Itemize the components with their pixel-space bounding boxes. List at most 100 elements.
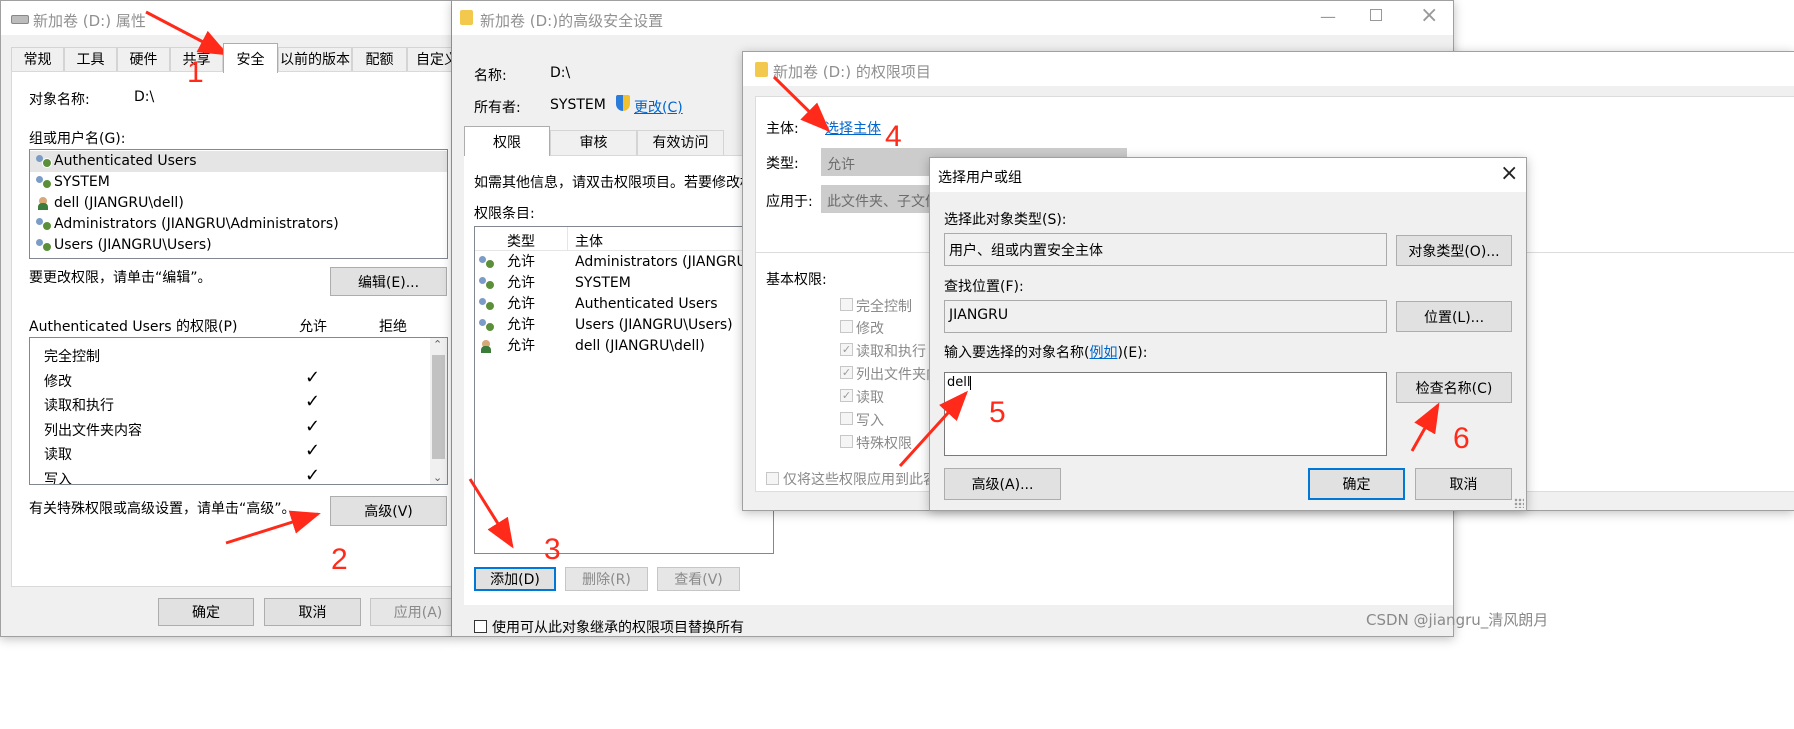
tab-tools[interactable]: 工具	[64, 47, 117, 73]
groups-label: 组或用户名(G):	[29, 131, 126, 147]
permission-entry-title: 新加卷 (D:) 的权限项目	[773, 63, 931, 81]
check-names-button[interactable]: 检查名称(C)	[1396, 372, 1512, 403]
advanced-button[interactable]: 高级(V)	[330, 496, 447, 526]
close-icon[interactable]: ×	[1500, 161, 1518, 186]
permission-name: 列出文件夹内容	[44, 423, 142, 439]
select-users-titlebar[interactable]: 选择用户或组 ×	[930, 158, 1526, 192]
list-item[interactable]: SYSTEM	[30, 172, 447, 193]
group-icon	[36, 154, 52, 168]
apply-button[interactable]: 应用(A)	[370, 598, 451, 626]
object-name-value: D:\	[134, 89, 155, 105]
advanced-button[interactable]: 高级(A)...	[944, 468, 1061, 500]
tab-hardware[interactable]: 硬件	[117, 47, 170, 73]
object-name-input[interactable]: dell	[944, 372, 1387, 456]
user-icon	[36, 196, 52, 210]
enter-name-prefix: 输入要选择的对象名称(	[944, 345, 1090, 361]
permission-entries-list[interactable]: 类型 主体 允许 Administrators (JIANGRU\Adminis…	[474, 226, 774, 554]
tab-general[interactable]: 常规	[11, 47, 64, 73]
text-cursor	[970, 375, 972, 390]
scroll-up-icon[interactable]: ⌃	[433, 338, 442, 351]
minimize-icon[interactable]: —	[1320, 7, 1336, 26]
permissions-listbox[interactable]: 完全控制 修改 ✓ 读取和执行 ✓ 列出文件夹内容 ✓ 读取 ✓ 写入 ✓ ⌃ …	[29, 337, 448, 485]
cancel-button[interactable]: 取消	[1415, 468, 1512, 500]
table-row[interactable]: 允许 Users (JIANGRU\Users)	[475, 315, 773, 336]
examples-link[interactable]: 例如	[1089, 345, 1117, 361]
owner-label: 所有者:	[474, 100, 521, 116]
table-row[interactable]: 允许 Authenticated Users	[475, 294, 773, 315]
permissions-scrollbar[interactable]: ⌃ ⌄	[430, 338, 447, 484]
object-types-button[interactable]: 对象类型(O)...	[1396, 235, 1512, 266]
perm-checkbox-label: 读取和执行	[856, 344, 926, 360]
select-principal-link[interactable]: 选择主体	[825, 118, 881, 138]
perm-checkbox[interactable]: ✓	[840, 343, 853, 356]
column-divider	[567, 227, 568, 251]
annotation-number: 3	[544, 533, 561, 566]
allow-check-icon: ✓	[305, 465, 321, 485]
perm-checkbox[interactable]	[840, 412, 853, 425]
ok-button[interactable]: 确定	[158, 598, 254, 626]
list-item[interactable]: Administrators (JIANGRU\Administrators)	[30, 214, 447, 235]
folder-icon	[460, 10, 473, 25]
tab-previous-versions[interactable]: 以前的版本	[278, 47, 352, 73]
scroll-thumb[interactable]	[432, 355, 445, 459]
scroll-down-icon[interactable]: ⌄	[433, 471, 442, 484]
list-item[interactable]: Users (JIANGRU\Users)	[30, 235, 447, 256]
permission-entry-titlebar[interactable]: 新加卷 (D:) 的权限项目	[743, 52, 1794, 86]
ok-button[interactable]: 确定	[1308, 468, 1405, 500]
groups-listbox[interactable]: Authenticated Users SYSTEM dell (JIANGRU…	[29, 149, 448, 259]
remove-button[interactable]: 删除(R)	[565, 567, 648, 591]
tab-customize[interactable]: 自定义	[407, 47, 451, 73]
cancel-button[interactable]: 取消	[264, 598, 361, 626]
entries-label: 权限条目:	[474, 206, 535, 222]
view-button[interactable]: 查看(V)	[657, 567, 740, 591]
properties-title: 新加卷 (D:) 属性	[33, 12, 146, 30]
group-icon	[479, 255, 495, 269]
list-item[interactable]: dell (JIANGRU\dell)	[30, 193, 447, 214]
tab-effective-access[interactable]: 有效访问	[637, 130, 724, 156]
location-field: JIANGRU	[944, 300, 1387, 333]
info-text: 如需其他信息，请双击权限项目。若要修改权限	[474, 175, 768, 191]
properties-titlebar[interactable]: 新加卷 (D:) 属性	[1, 1, 451, 35]
advanced-hint: 有关特殊权限或高级设置，请单击“高级”。	[29, 501, 296, 517]
table-row[interactable]: 允许 Administrators (JIANGRU\Administrator…	[475, 252, 773, 273]
group-icon	[479, 297, 495, 311]
location-label: 查找位置(F):	[944, 279, 1024, 295]
basic-permissions-label: 基本权限:	[766, 272, 827, 288]
column-header-principal[interactable]: 主体	[575, 231, 603, 251]
select-users-title: 选择用户或组	[938, 170, 1022, 186]
only-apply-checkbox[interactable]	[766, 472, 779, 485]
tab-security[interactable]: 安全	[223, 43, 278, 73]
allow-check-icon: ✓	[305, 367, 321, 388]
annotation-number: 4	[885, 120, 902, 153]
locations-button[interactable]: 位置(L)...	[1396, 301, 1512, 332]
object-name-label: 对象名称:	[29, 92, 90, 108]
permissions-title: Authenticated Users 的权限(P)	[29, 319, 238, 335]
group-icon	[479, 318, 495, 332]
table-row[interactable]: 允许 SYSTEM	[475, 273, 773, 294]
permission-name: 读取	[44, 447, 72, 463]
tab-auditing[interactable]: 审核	[550, 130, 637, 156]
perm-checkbox[interactable]: ✓	[840, 366, 853, 379]
maximize-icon[interactable]	[1370, 9, 1382, 21]
properties-window: 新加卷 (D:) 属性 常规 工具 硬件 共享 安全 以前的版本 配额 自定义 …	[0, 0, 452, 637]
tab-quota[interactable]: 配额	[352, 47, 407, 73]
perm-checkbox[interactable]	[840, 435, 853, 448]
perm-checkbox[interactable]: ✓	[840, 389, 853, 402]
drive-icon	[11, 15, 29, 24]
applies-to-label: 应用于:	[766, 194, 813, 210]
edit-button[interactable]: 编辑(E)...	[330, 267, 447, 296]
change-owner-link[interactable]: 更改(C)	[634, 97, 683, 117]
list-item[interactable]: Authenticated Users	[30, 151, 447, 172]
perm-checkbox[interactable]	[840, 320, 853, 333]
column-header-type[interactable]: 类型	[507, 231, 535, 251]
add-button[interactable]: 添加(D)	[474, 567, 556, 591]
annotation-number: 1	[187, 56, 204, 89]
resize-grip-icon[interactable]	[1514, 498, 1524, 508]
perm-checkbox-label: 写入	[856, 413, 884, 429]
close-icon[interactable]: ×	[1420, 3, 1438, 28]
table-row[interactable]: 允许 dell (JIANGRU\dell)	[475, 336, 773, 357]
advanced-titlebar[interactable]: 新加卷 (D:)的高级安全设置 — ×	[452, 1, 1453, 35]
replace-inheritance-checkbox[interactable]	[474, 620, 487, 633]
tab-permissions[interactable]: 权限	[464, 126, 550, 156]
perm-checkbox[interactable]	[840, 298, 853, 311]
